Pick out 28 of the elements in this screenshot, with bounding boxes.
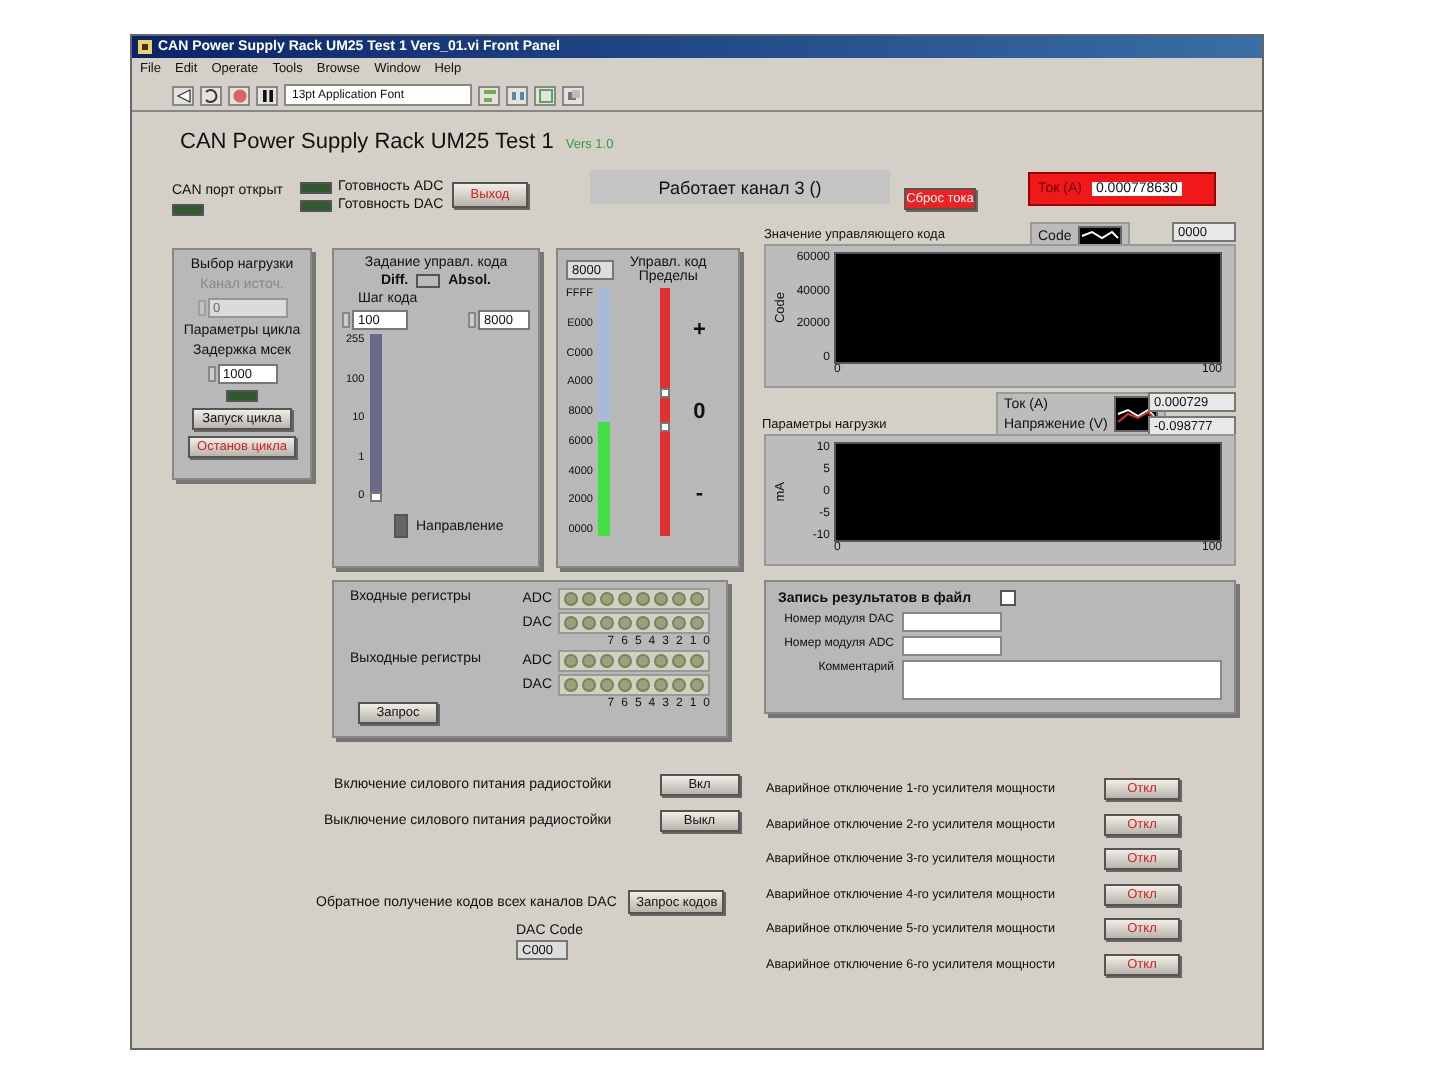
spin-arrows-icon[interactable] — [207, 366, 215, 382]
toggle-switch[interactable] — [394, 514, 408, 538]
checkbox[interactable] — [999, 590, 1016, 606]
toggle-switch[interactable] — [416, 274, 441, 288]
align-icon[interactable] — [478, 85, 500, 105]
pause-icon[interactable] — [256, 85, 278, 105]
legend-swatch-icon — [1077, 226, 1122, 246]
input-field[interactable] — [902, 636, 1002, 656]
limit-slider-track[interactable] — [660, 288, 671, 536]
slider-thumb[interactable] — [370, 492, 383, 502]
comment-field[interactable] — [902, 660, 1222, 700]
slider-thumb[interactable] — [660, 421, 671, 432]
app-icon — [138, 40, 152, 54]
distribute-icon[interactable] — [506, 85, 528, 105]
reorder-icon[interactable] — [562, 85, 584, 105]
slider-track[interactable] — [370, 334, 383, 502]
sign-label: + — [692, 317, 706, 342]
sign-label: - — [695, 482, 703, 507]
run-continuous-icon[interactable] — [200, 85, 222, 105]
status-display: Работает канал 3 () — [590, 170, 890, 204]
slider-thumb[interactable] — [660, 387, 671, 398]
input-field[interactable] — [902, 612, 1002, 632]
resize-icon[interactable] — [534, 85, 556, 105]
spin-arrows-icon[interactable] — [342, 312, 350, 328]
run-arrow-icon[interactable] — [172, 85, 194, 105]
sign-label: 0 — [693, 399, 706, 424]
panel-heading: CAN Power Supply Rack UM25 Test 1 — [180, 130, 554, 154]
spin-arrows-icon[interactable] — [468, 312, 476, 328]
